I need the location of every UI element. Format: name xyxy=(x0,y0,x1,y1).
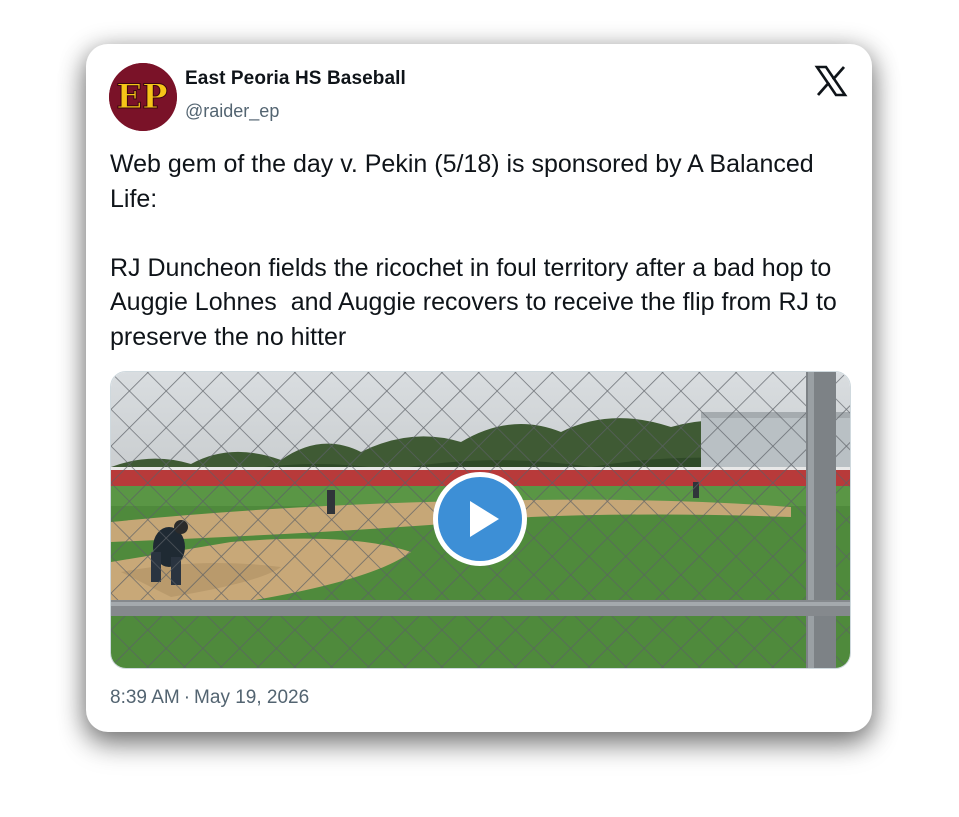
video-thumbnail[interactable] xyxy=(110,371,851,669)
tweet-time: 8:39 AM xyxy=(110,687,180,708)
timestamp-separator: · xyxy=(183,687,191,708)
tweet-date: May 19, 2026 xyxy=(194,687,310,708)
x-logo-icon[interactable] xyxy=(814,64,848,98)
tweet-card: EP East Peoria HS Baseball @raider_ep We… xyxy=(86,44,872,732)
avatar[interactable]: EP xyxy=(109,63,177,131)
tweet-timestamp[interactable]: 8:39 AM · May 19, 2026 xyxy=(110,687,309,709)
account-name[interactable]: East Peoria HS Baseball xyxy=(185,68,406,90)
account-handle[interactable]: @raider_ep xyxy=(185,101,279,122)
avatar-monogram: EP xyxy=(116,77,167,117)
play-button[interactable] xyxy=(433,472,527,566)
tweet-text: Web gem of the day v. Pekin (5/18) is sp… xyxy=(110,150,837,351)
play-icon xyxy=(438,477,522,561)
